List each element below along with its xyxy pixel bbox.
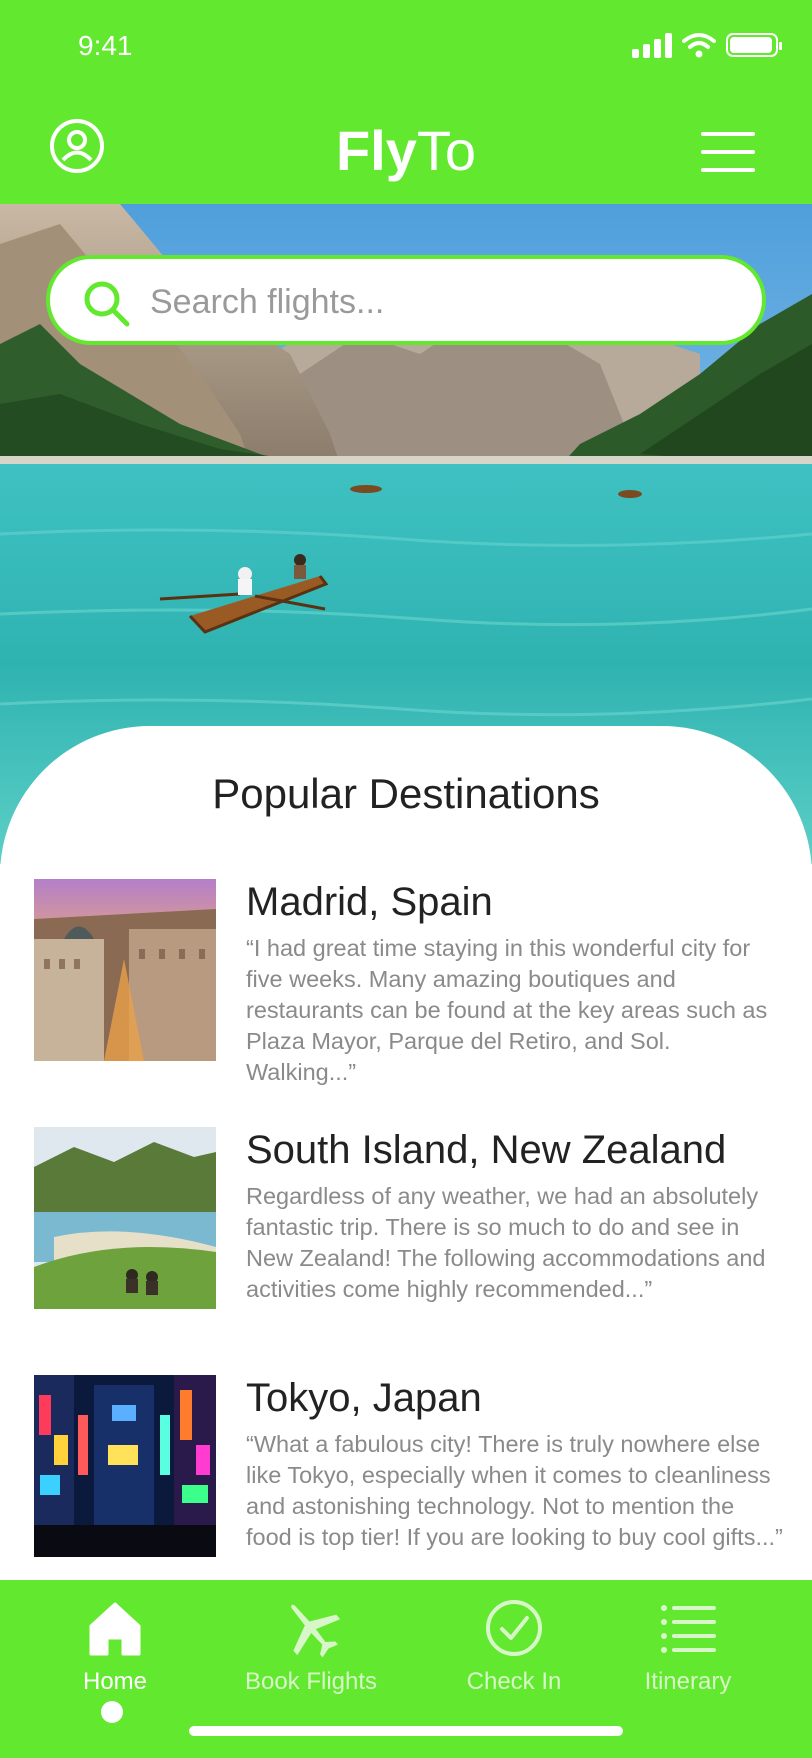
brand-light: To (416, 119, 477, 182)
status-time: 9:41 (78, 30, 133, 61)
status-icons (632, 32, 782, 58)
destination-thumbnail-tokyo[interactable] (34, 1375, 216, 1557)
destination-name[interactable]: Tokyo, Japan (246, 1375, 482, 1421)
destination-description: “What a fabulous city! There is truly no… (246, 1431, 783, 1550)
destination-thumbnail-madrid[interactable] (34, 879, 216, 1061)
header-bar: 9:41 FlyTo (0, 0, 812, 204)
nav-home[interactable]: Home (25, 1596, 205, 1706)
check-circle-icon (486, 1600, 542, 1656)
airplane-icon (291, 1604, 341, 1658)
nav-book-flights[interactable]: Book Flights (221, 1596, 401, 1706)
nav-itinerary[interactable]: Itinerary (598, 1596, 778, 1706)
search-input[interactable] (148, 271, 712, 333)
search-icon (84, 281, 130, 327)
home-indicator-bar (189, 1726, 623, 1736)
active-tab-indicator (101, 1701, 123, 1723)
wifi-icon (682, 33, 716, 58)
brand-bold: Fly (335, 119, 417, 182)
app-screen: 9:41 FlyTo Search flights... Popular Des… (0, 0, 812, 1758)
nav-book-flights-label: Book Flights (244, 1668, 378, 1695)
nav-itinerary-label: Itinerary (644, 1668, 732, 1695)
destination-description: Regardless of any weather, we had an abs… (246, 1183, 766, 1302)
app-logo: FlyTo (0, 116, 812, 186)
signal-icon (632, 32, 672, 58)
menu-icon[interactable] (701, 130, 755, 174)
home-icon (89, 1602, 141, 1656)
search-bar[interactable] (46, 255, 766, 345)
nav-home-label: Home (82, 1668, 148, 1695)
battery-icon (726, 33, 782, 57)
destination-description: “I had great time staying in this wonder… (246, 935, 768, 1085)
nav-check-in[interactable]: Check In (424, 1596, 604, 1706)
destination-name[interactable]: Madrid, Spain (246, 879, 493, 925)
destination-thumbnail-new-zealand[interactable] (34, 1127, 216, 1309)
destination-name[interactable]: South Island, New Zealand (246, 1127, 726, 1173)
nav-check-in-label: Check In (466, 1668, 562, 1695)
section-title: Popular Destinations (212, 770, 600, 817)
list-icon (661, 1605, 716, 1653)
